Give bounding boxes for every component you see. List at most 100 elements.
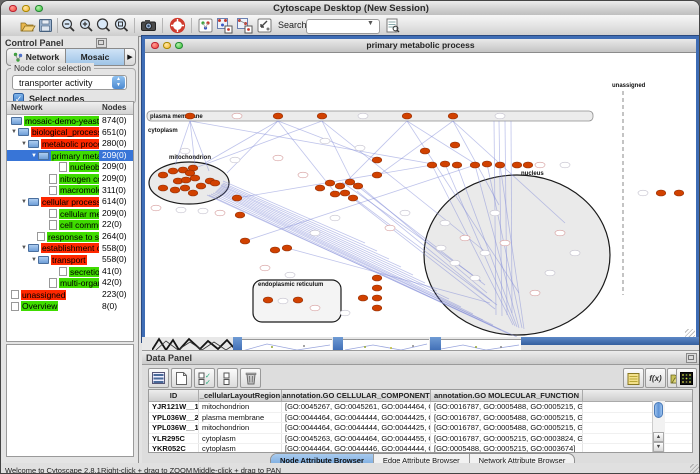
network-node[interactable] <box>210 180 220 186</box>
network-node[interactable] <box>263 297 273 303</box>
network-node[interactable] <box>185 113 195 119</box>
zoom-fit-icon[interactable] <box>113 17 130 34</box>
tree-row-unassigned[interactable]: unassigned223(0) <box>7 289 133 301</box>
network-node[interactable] <box>656 190 666 196</box>
network-node[interactable] <box>273 113 283 119</box>
network-node[interactable] <box>180 185 190 191</box>
tree-row-response-to-stimulu[interactable]: response to stimulu264(0) <box>7 231 133 243</box>
tree-expander-icon[interactable]: ▼ <box>21 141 27 147</box>
vizmapper-icon[interactable] <box>197 17 214 34</box>
tree-row-nucleobase-co[interactable]: nucleobase-co209(0) <box>7 161 133 173</box>
tree-row-nitrogen-compou[interactable]: nitrogen compou209(0) <box>7 173 133 185</box>
select-all-attributes-icon[interactable]: ✓✓ <box>194 368 215 388</box>
network-node[interactable] <box>348 195 358 201</box>
network-node[interactable] <box>372 285 382 291</box>
new-attribute-icon[interactable] <box>171 368 192 388</box>
tree-row-transport[interactable]: ▼transport558(0) <box>7 254 133 266</box>
delete-attribute-icon[interactable] <box>240 368 261 388</box>
zoom-out-icon[interactable] <box>60 17 77 34</box>
tree-row-cell-communicati[interactable]: cell communicati22(0) <box>7 219 133 231</box>
network-node[interactable] <box>235 212 245 218</box>
dropdown-stepper-icon[interactable]: ▲▼ <box>112 76 125 89</box>
network-node[interactable] <box>315 185 325 191</box>
tree-expander-icon[interactable]: ▼ <box>21 245 27 251</box>
tree-row-primary-metabol[interactable]: ▼primary metabol209(0) <box>7 150 133 162</box>
network-node[interactable] <box>452 162 462 168</box>
network-node[interactable] <box>293 297 303 303</box>
network-node[interactable] <box>188 190 198 196</box>
scrollbar-thumb[interactable] <box>654 402 663 418</box>
table-row[interactable]: YLR295Ccytoplasm[GO:0045263, GO:0044464,… <box>149 434 692 445</box>
table-row[interactable]: YJR121W__1mitochondrion[GO:0045267, GO:0… <box>149 402 692 413</box>
network-node[interactable] <box>372 172 382 178</box>
network-node[interactable] <box>470 162 480 168</box>
table-row[interactable]: YKR052Ccytoplasm[GO:0044464, GO:0044446,… <box>149 444 692 453</box>
network-node[interactable] <box>358 295 368 301</box>
network-node[interactable] <box>512 162 522 168</box>
network-node[interactable] <box>523 162 533 168</box>
attribute-matrix-icon[interactable] <box>676 368 697 388</box>
network-node[interactable] <box>270 247 280 253</box>
network-node[interactable] <box>282 245 292 251</box>
birdseye-view-panel[interactable] <box>6 344 134 457</box>
scroll-down-icon[interactable]: ▼ <box>653 442 664 452</box>
float-panel-icon[interactable] <box>96 38 107 48</box>
tree-row-biological-process[interactable]: ▼biological_process651(0) <box>7 127 133 139</box>
snapshot-icon[interactable] <box>140 17 157 34</box>
network-node[interactable] <box>335 183 345 189</box>
network-node[interactable] <box>168 168 178 174</box>
tree-row-overview[interactable]: Overview8(0) <box>7 301 133 313</box>
network-node[interactable] <box>372 295 382 301</box>
network-node[interactable] <box>340 190 350 196</box>
network-node[interactable] <box>158 172 168 178</box>
data-panel-titlebar[interactable]: Data Panel <box>142 351 700 365</box>
network-node[interactable] <box>372 275 382 281</box>
network-node[interactable] <box>372 157 382 163</box>
table-row[interactable]: YPL036W__2plasma membrane[GO:0044464, GO… <box>149 413 692 424</box>
table-row[interactable]: YPL036W__1mitochondrion[GO:0044464, GO:0… <box>149 423 692 434</box>
tree-row-metabolic-process[interactable]: ▼metabolic process280(0) <box>7 138 133 150</box>
annotation-network-icon-1[interactable] <box>216 17 233 34</box>
open-icon[interactable] <box>19 17 36 34</box>
zoom-in-icon[interactable] <box>78 17 95 34</box>
network-node[interactable] <box>427 162 437 168</box>
network-node[interactable] <box>345 179 355 185</box>
network-view-titlebar[interactable]: primary metabolic process <box>145 39 696 53</box>
network-node[interactable] <box>325 180 335 186</box>
tree-row-establishment-of-lo[interactable]: ▼establishment of lo558(0) <box>7 243 133 255</box>
network-node[interactable] <box>240 238 250 244</box>
tree-row-cellular-process[interactable]: ▼cellular process614(0) <box>7 196 133 208</box>
network-node[interactable] <box>448 113 458 119</box>
attribute-table-header[interactable]: ID _cellularLayoutRegion annotation.GO C… <box>149 390 692 402</box>
network-node[interactable] <box>353 183 363 189</box>
annotation-network-icon-2[interactable] <box>236 17 253 34</box>
unselect-all-attributes-icon[interactable] <box>217 368 238 388</box>
network-node[interactable] <box>674 190 684 196</box>
network-canvas[interactable]: plasma membranecytoplasmmitochondrionnuc… <box>145 53 696 340</box>
network-node[interactable] <box>317 113 327 119</box>
import-network-icon[interactable] <box>256 17 273 34</box>
tree-expander-icon[interactable]: ▼ <box>11 129 17 135</box>
tree-header[interactable]: Network Nodes <box>7 102 133 115</box>
tab-overflow-arrow-icon[interactable]: ▶ <box>125 49 135 65</box>
network-node[interactable] <box>196 183 206 189</box>
network-node[interactable] <box>482 161 492 167</box>
save-icon[interactable] <box>37 17 54 34</box>
tree-row-multi-organism-pro[interactable]: multi-organism pro42(0) <box>7 277 133 289</box>
network-node[interactable] <box>181 177 191 183</box>
network-node[interactable] <box>170 187 180 193</box>
tree-expander-icon[interactable]: ▼ <box>31 153 37 159</box>
select-columns-icon[interactable] <box>148 368 169 388</box>
help-ring-icon[interactable] <box>169 17 186 34</box>
tree-row-cellular-metabol[interactable]: cellular metabol209(0) <box>7 208 133 220</box>
network-node[interactable] <box>420 148 430 154</box>
zoom-one-icon[interactable] <box>95 17 112 34</box>
search-options-icon[interactable] <box>384 17 401 34</box>
network-node[interactable] <box>495 162 505 168</box>
search-dropdown-icon[interactable]: ▼ <box>367 20 374 27</box>
network-node[interactable] <box>232 195 242 201</box>
network-node[interactable] <box>450 142 460 148</box>
float-data-panel-icon[interactable] <box>686 353 697 363</box>
label-pad-icon[interactable] <box>623 368 644 388</box>
network-node[interactable] <box>372 305 382 311</box>
